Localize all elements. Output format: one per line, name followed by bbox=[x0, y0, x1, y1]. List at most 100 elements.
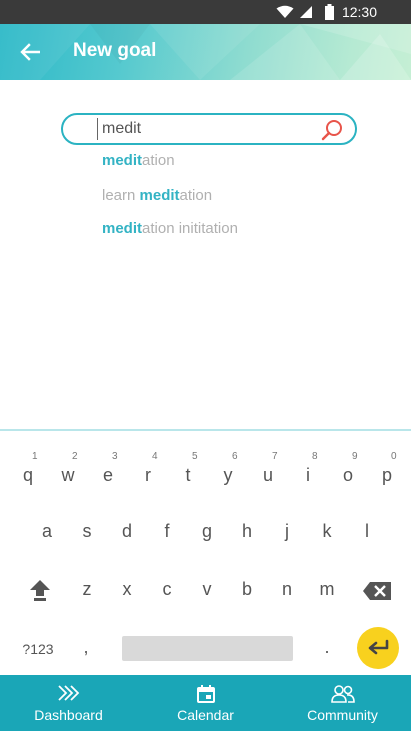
nav-dashboard[interactable]: Dashboard bbox=[0, 675, 137, 731]
key-x[interactable]: x bbox=[107, 565, 147, 609]
backspace-key[interactable] bbox=[362, 581, 392, 606]
key-label: t bbox=[185, 465, 191, 485]
key-y[interactable]: 6y bbox=[208, 451, 248, 495]
battery-icon bbox=[325, 4, 334, 20]
search-box[interactable] bbox=[61, 113, 357, 145]
suggestion-suffix: ation bbox=[179, 187, 213, 204]
page-title: New goal bbox=[73, 40, 157, 61]
key-label: j bbox=[285, 521, 289, 541]
shift-key[interactable] bbox=[26, 578, 54, 607]
calendar-icon bbox=[196, 685, 215, 703]
nav-label: Dashboard bbox=[34, 707, 103, 723]
shift-icon bbox=[30, 580, 50, 601]
comma-key[interactable]: , bbox=[66, 623, 106, 667]
key-g[interactable]: g bbox=[187, 507, 227, 551]
search-icon[interactable] bbox=[321, 119, 343, 141]
key-k[interactable]: k bbox=[307, 507, 347, 551]
search-input[interactable] bbox=[97, 118, 312, 140]
key-o[interactable]: 9o bbox=[328, 451, 368, 495]
key-r[interactable]: 4r bbox=[128, 451, 168, 495]
key-label: o bbox=[342, 465, 353, 485]
enter-key[interactable] bbox=[357, 627, 399, 669]
spacebar[interactable] bbox=[122, 636, 293, 661]
app-bar: New goal bbox=[0, 24, 411, 80]
nav-label: Community bbox=[307, 707, 378, 723]
key-w[interactable]: 2w bbox=[48, 451, 88, 495]
key-s[interactable]: s bbox=[67, 507, 107, 551]
key-e[interactable]: 3e bbox=[88, 451, 128, 495]
nav-calendar[interactable]: Calendar bbox=[137, 675, 274, 731]
key-z[interactable]: z bbox=[67, 565, 107, 609]
key-n[interactable]: n bbox=[267, 565, 307, 609]
key-label: q bbox=[22, 465, 33, 485]
symbols-key[interactable]: ?123 bbox=[18, 623, 58, 667]
key-label: f bbox=[164, 521, 170, 541]
suggestion-match: medit bbox=[139, 187, 180, 204]
suggestion-item[interactable]: learn meditation bbox=[102, 187, 212, 204]
wifi-icon bbox=[276, 5, 294, 18]
enter-icon bbox=[368, 639, 389, 655]
key-hint: 8 bbox=[312, 451, 318, 462]
key-h[interactable]: h bbox=[227, 507, 267, 551]
key-u[interactable]: 7u bbox=[248, 451, 288, 495]
key-label: r bbox=[145, 465, 151, 485]
suggestion-suffix: ation bbox=[142, 152, 175, 169]
key-hint: 5 bbox=[192, 451, 198, 462]
key-label: k bbox=[322, 521, 332, 541]
key-hint: 1 bbox=[32, 451, 38, 462]
key-label: . bbox=[324, 637, 330, 657]
key-label: v bbox=[202, 579, 212, 599]
key-j[interactable]: j bbox=[267, 507, 307, 551]
key-label: h bbox=[241, 521, 252, 541]
key-f[interactable]: f bbox=[147, 507, 187, 551]
dashboard-icon bbox=[57, 685, 79, 701]
key-a[interactable]: a bbox=[27, 507, 67, 551]
nav-label: Calendar bbox=[177, 707, 234, 723]
key-q[interactable]: 1q bbox=[8, 451, 48, 495]
key-label: e bbox=[102, 465, 113, 485]
key-hint: 4 bbox=[152, 451, 158, 462]
key-v[interactable]: v bbox=[187, 565, 227, 609]
key-b[interactable]: b bbox=[227, 565, 267, 609]
key-hint: 3 bbox=[112, 451, 118, 462]
community-icon bbox=[330, 685, 355, 703]
key-hint: 2 bbox=[72, 451, 78, 462]
suggestion-item[interactable]: meditation inititation bbox=[102, 220, 238, 237]
key-l[interactable]: l bbox=[347, 507, 387, 551]
key-label: , bbox=[83, 637, 89, 657]
key-label: c bbox=[162, 579, 172, 599]
key-label: l bbox=[365, 521, 369, 541]
key-label: b bbox=[241, 579, 252, 599]
key-i[interactable]: 8i bbox=[288, 451, 328, 495]
key-p[interactable]: 0p bbox=[367, 451, 407, 495]
key-label: g bbox=[201, 521, 212, 541]
key-label: x bbox=[122, 579, 132, 599]
key-label: a bbox=[41, 521, 52, 541]
key-label: p bbox=[381, 465, 392, 485]
suggestion-item[interactable]: meditation bbox=[102, 152, 175, 169]
header-background-pattern bbox=[0, 24, 411, 80]
period-key[interactable]: . bbox=[307, 623, 347, 667]
nav-community[interactable]: Community bbox=[274, 675, 411, 731]
suggestion-match: medit bbox=[102, 220, 143, 237]
key-m[interactable]: m bbox=[307, 565, 347, 609]
back-button[interactable] bbox=[10, 32, 50, 72]
key-label: w bbox=[61, 465, 75, 485]
key-label: z bbox=[82, 579, 92, 599]
key-label: u bbox=[262, 465, 273, 485]
key-label: i bbox=[306, 465, 310, 485]
key-hint: 0 bbox=[391, 451, 397, 462]
suggestion-match: medit bbox=[102, 152, 143, 169]
key-t[interactable]: 5t bbox=[168, 451, 208, 495]
key-hint: 6 bbox=[232, 451, 238, 462]
key-label: m bbox=[319, 579, 335, 599]
key-label: s bbox=[82, 521, 92, 541]
key-c[interactable]: c bbox=[147, 565, 187, 609]
status-time: 12:30 bbox=[341, 4, 377, 20]
arrow-left-icon bbox=[20, 43, 40, 61]
key-d[interactable]: d bbox=[107, 507, 147, 551]
suggestion-suffix: ation inititation bbox=[142, 220, 238, 237]
status-bar: 12:30 bbox=[0, 0, 411, 24]
signal-icon bbox=[300, 6, 312, 18]
key-label: ?123 bbox=[22, 641, 54, 657]
